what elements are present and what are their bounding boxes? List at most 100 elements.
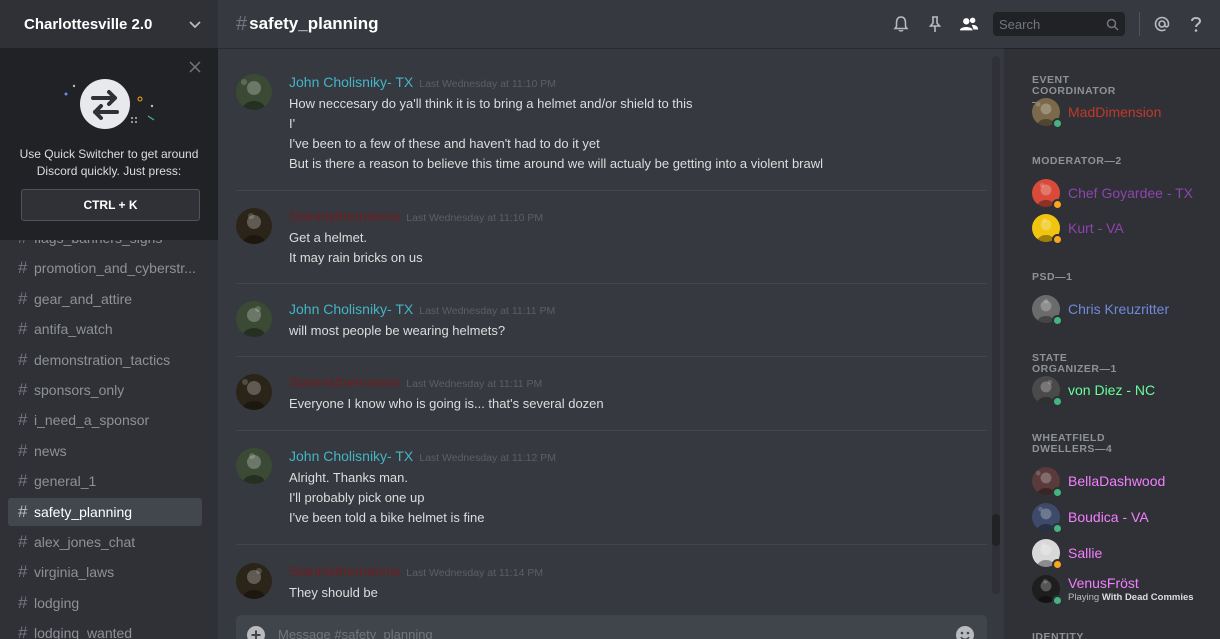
- member-item[interactable]: Kurt - VA: [1032, 212, 1212, 245]
- bell-icon[interactable]: [891, 14, 911, 34]
- channel-item[interactable]: # general_1: [8, 467, 202, 495]
- message-group: Stannisthemannis Last Wednesday at 11:14 …: [236, 563, 987, 600]
- message-input[interactable]: [278, 627, 955, 639]
- member-name: Chris Kreuzritter: [1068, 301, 1170, 317]
- avatar[interactable]: [236, 563, 272, 599]
- mention-icon[interactable]: [1152, 14, 1172, 34]
- message-line: Everyone I know who is going is... that'…: [289, 396, 604, 411]
- emoji-icon[interactable]: [955, 625, 975, 639]
- channel-name: lodging_wanted: [34, 625, 133, 639]
- member-item[interactable]: Sallie: [1032, 537, 1212, 570]
- switch-arrows-icon: [64, 79, 155, 129]
- members-icon[interactable]: [959, 14, 979, 34]
- avatar[interactable]: [236, 448, 272, 484]
- channel-hash-icon: #: [18, 501, 28, 521]
- message-line: But is there a reason to believe this ti…: [289, 156, 824, 171]
- avatar[interactable]: [236, 74, 272, 110]
- chevron-down-icon[interactable]: [188, 17, 202, 31]
- channel-name: promotion_and_cyberstr...: [34, 260, 196, 277]
- member-item[interactable]: von Diez - NC: [1032, 374, 1212, 407]
- message-author[interactable]: Stannisthemannis: [289, 208, 400, 224]
- pin-icon[interactable]: [925, 14, 945, 34]
- avatar: [1032, 503, 1063, 534]
- message-group: John Cholisniky- TX Last Wednesday at 11:…: [236, 301, 987, 341]
- channel-hash-icon: #: [18, 471, 28, 491]
- avatar: [1032, 179, 1063, 210]
- message-author[interactable]: Stannisthemannis: [289, 374, 400, 390]
- member-item[interactable]: Boudica - VA: [1032, 501, 1212, 534]
- avatar: [1032, 98, 1063, 129]
- message-author[interactable]: Stannisthemannis: [289, 563, 400, 579]
- channel-item[interactable]: # lodging_wanted: [8, 619, 202, 639]
- channel-list: #flags_banners_signs#promotion_and_cyber…: [0, 224, 218, 639]
- search-icon: [1106, 18, 1119, 31]
- channel-item[interactable]: # alex_jones_chat: [8, 528, 202, 556]
- message-timestamp: Last Wednesday at 11:10 PM: [419, 78, 557, 90]
- channel-hash-icon: #: [18, 349, 28, 369]
- channel-item[interactable]: # virginia_laws: [8, 558, 202, 586]
- message-scrollbar[interactable]: [992, 56, 1000, 594]
- channel-name: sponsors_only: [34, 381, 125, 398]
- server-header[interactable]: Charlottesville 2.0: [0, 0, 218, 48]
- role-header: STATE ORGANIZER—1: [1032, 352, 1117, 375]
- channel-item[interactable]: # demonstration_tactics: [8, 346, 202, 374]
- search-input[interactable]: [999, 16, 1106, 32]
- channel-hash-icon: #: [18, 562, 28, 582]
- member-item[interactable]: MadDimension: [1032, 96, 1212, 129]
- member-item[interactable]: BellaDashwood: [1032, 465, 1212, 498]
- status-online-icon: [1052, 595, 1063, 606]
- message-line: I've been to a few of these and haven't …: [289, 136, 600, 151]
- channel-name: gear_and_attire: [34, 290, 133, 307]
- member-info: BellaDashwood: [1068, 473, 1165, 489]
- channel-item[interactable]: # safety_planning: [8, 497, 202, 526]
- channel-hash-icon: #: [18, 258, 28, 278]
- message-author[interactable]: John Cholisniky- TX: [289, 301, 413, 317]
- channel-name: safety_planning: [34, 503, 133, 520]
- message-divider: [236, 356, 987, 357]
- header-divider: [1139, 12, 1140, 36]
- avatar[interactable]: [236, 301, 272, 337]
- channel-item[interactable]: # promotion_and_cyberstr...: [8, 254, 202, 282]
- close-icon[interactable]: [188, 60, 202, 74]
- channel-hash-icon: #: [18, 379, 28, 399]
- avatar[interactable]: [236, 208, 272, 244]
- quick-switcher-popout: Use Quick Switcher to get around Discord…: [0, 48, 218, 240]
- message-content: will most people be wearing helmets?: [289, 321, 505, 341]
- role-header: PSD—1: [1032, 271, 1073, 283]
- server-name: Charlottesville 2.0: [24, 15, 153, 33]
- quick-switcher-hint: Use Quick Switcher to get around Discord…: [19, 147, 199, 178]
- message-author[interactable]: John Cholisniky- TX: [289, 74, 413, 90]
- message-group: Stannisthemannis Last Wednesday at 11:11 …: [236, 374, 987, 414]
- channel-item[interactable]: # i_need_a_sponsor: [8, 406, 202, 434]
- status-idle-icon: [1052, 234, 1063, 245]
- message-content: How neccesary do ya'll think it is to br…: [289, 94, 823, 174]
- message-composer: [236, 615, 987, 639]
- channel-item[interactable]: # lodging: [8, 589, 202, 617]
- channel-hash-icon: #: [18, 319, 28, 339]
- channel-item[interactable]: # sponsors_only: [8, 376, 202, 404]
- help-icon[interactable]: [1186, 14, 1206, 34]
- role-header: IDENTITY EVROPA—12: [1032, 631, 1084, 639]
- channel-item[interactable]: # news: [8, 437, 202, 465]
- upload-plus-icon[interactable]: [246, 625, 266, 639]
- message-header: Stannisthemannis Last Wednesday at 11:11 …: [289, 374, 542, 392]
- channel-item[interactable]: # gear_and_attire: [8, 285, 202, 313]
- member-item[interactable]: Chris Kreuzritter: [1032, 293, 1212, 326]
- channel-hash-icon: #: [18, 592, 28, 612]
- avatar[interactable]: [236, 374, 272, 410]
- channel-header: # safety_planning: [218, 0, 1220, 48]
- role-header: MODERATOR—2: [1032, 155, 1122, 167]
- member-info: Boudica - VA: [1068, 509, 1149, 525]
- channel-name: virginia_laws: [34, 564, 115, 581]
- channel-hash-icon: #: [18, 531, 28, 551]
- channel-item[interactable]: # antifa_watch: [8, 315, 202, 343]
- status-idle-icon: [1052, 199, 1063, 210]
- channel-name: antifa_watch: [34, 321, 113, 338]
- search-box[interactable]: [993, 12, 1125, 36]
- message-author[interactable]: John Cholisniky- TX: [289, 448, 413, 464]
- scrollbar-thumb[interactable]: [992, 514, 1000, 546]
- member-info: VenusFröst Playing With Dead Commies: [1068, 575, 1194, 603]
- member-list: EVENT COORDINATOR—1MadDimensionMODERATOR…: [1004, 48, 1220, 639]
- member-item[interactable]: VenusFröst Playing With Dead Commies: [1032, 573, 1212, 606]
- member-item[interactable]: Chef Goyardee - TX: [1032, 177, 1212, 210]
